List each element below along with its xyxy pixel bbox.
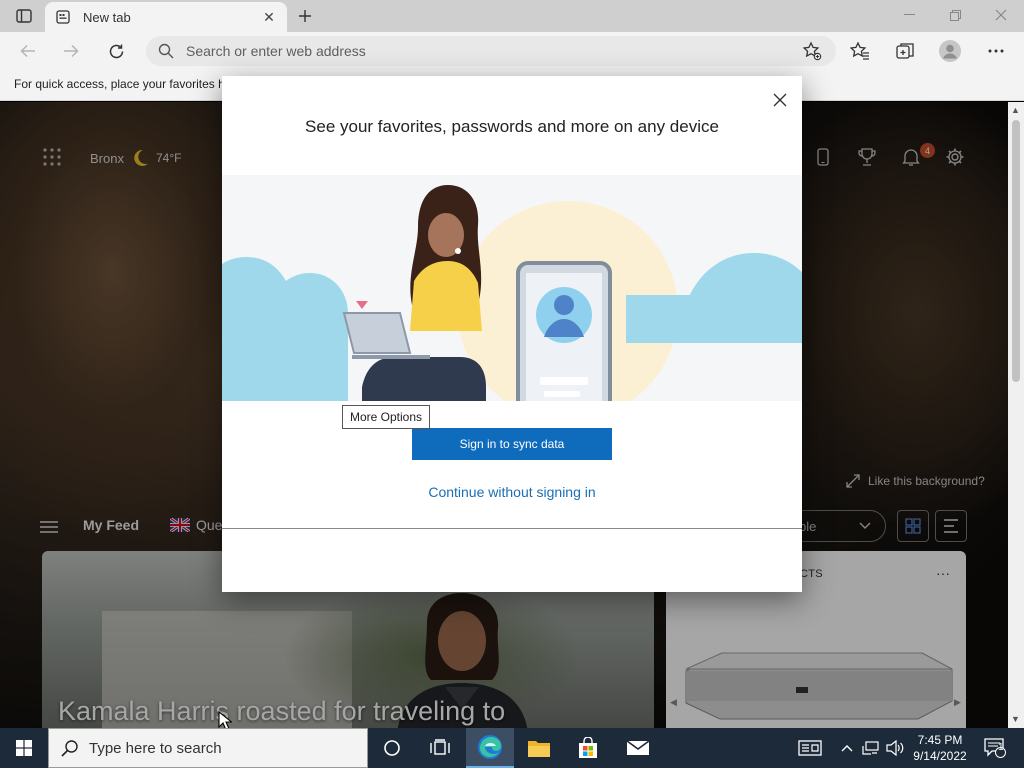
title-bar: New tab ✕ [0,0,1024,32]
scrollbar-thumb[interactable] [1012,120,1020,382]
windows-taskbar: Type here to search 7:45 PM 9/14/2022 1 [0,728,1024,768]
dialog-close-button[interactable] [768,88,792,112]
scroll-up-arrow-icon[interactable]: ▲ [1011,105,1020,115]
scroll-down-arrow-icon[interactable]: ▼ [1011,714,1020,724]
task-view-button[interactable] [416,728,464,768]
news-icon [798,740,822,756]
close-icon [773,93,787,107]
clock-date: 9/14/2022 [913,749,967,763]
microsoft-store-button[interactable] [564,728,612,768]
restore-icon [949,9,961,21]
forward-button[interactable] [57,38,85,64]
taskbar-clock[interactable]: 7:45 PM 9/14/2022 [908,732,972,764]
back-arrow-icon [20,44,35,58]
favorites-star-icon [850,41,869,60]
minimize-button[interactable] [886,0,932,30]
sync-dialog: See your favorites, passwords and more o… [222,76,802,592]
new-tab-button[interactable] [293,5,317,27]
restore-button[interactable] [932,0,978,30]
show-hidden-icons-button[interactable] [838,728,856,768]
plus-icon [299,10,311,22]
address-bar[interactable]: Search or enter web address [146,36,836,66]
task-view-icon [430,739,450,755]
sign-in-sync-button[interactable]: Sign in to sync data [412,428,612,460]
tab-title: New tab [83,9,131,25]
start-button[interactable] [0,728,48,768]
tab-actions-button[interactable] [10,6,38,26]
action-center-badge: 1 [998,742,1004,753]
favorites-bar-hint: For quick access, place your favorites h [14,77,225,91]
profile-avatar-icon [939,40,961,62]
page-scrollbar[interactable]: ▲ ▼ [1008,102,1024,728]
speaker-icon [886,740,904,756]
sync-illustration [222,175,802,401]
collections-icon [896,43,914,59]
windows-logo-icon [16,740,32,756]
close-window-button[interactable] [978,0,1024,30]
settings-more-button[interactable] [984,40,1008,62]
action-center-button[interactable]: 1 [980,728,1010,768]
forward-arrow-icon [64,44,79,58]
taskbar-search-box[interactable]: Type here to search [48,728,368,768]
address-placeholder: Search or enter web address [186,43,366,59]
dialog-title: See your favorites, passwords and more o… [305,117,719,136]
search-icon [61,740,78,757]
mail-envelope-icon [626,740,650,755]
add-favorite-button[interactable] [800,40,824,62]
browser-tab[interactable]: New tab ✕ [45,2,287,32]
news-widget-tray-button[interactable] [796,728,824,768]
tab-actions-icon [16,9,32,23]
back-button[interactable] [14,38,42,64]
dialog-divider [222,528,802,529]
profile-button[interactable] [938,40,962,62]
favorites-button[interactable] [848,40,872,62]
mail-button[interactable] [614,728,662,768]
clock-time: 7:45 PM [917,733,963,747]
search-icon [158,43,174,59]
refresh-icon [109,44,123,58]
more-horizontal-icon [988,49,1004,53]
volume-tray-button[interactable] [884,728,906,768]
tab-close-icon[interactable]: ✕ [261,9,277,25]
collections-button[interactable] [893,40,917,62]
taskbar-search-placeholder: Type here to search [89,739,222,757]
cortana-circle-icon [384,740,400,756]
edge-taskbar-button[interactable] [466,728,514,768]
file-explorer-button[interactable] [515,728,563,768]
refresh-button[interactable] [102,38,130,64]
cortana-button[interactable] [368,728,416,768]
new-tab-favicon-icon [55,9,71,25]
minimize-icon [903,14,915,15]
edge-browser-icon [478,735,502,759]
network-icon [862,741,879,755]
continue-without-signing-in-link[interactable]: Continue without signing in [222,484,802,500]
more-options-tooltip: More Options [342,405,431,429]
store-bag-icon [579,737,597,758]
network-tray-button[interactable] [860,728,882,768]
chevron-up-icon [841,745,853,752]
browser-toolbar: Search or enter web address [0,32,1024,70]
folder-icon [528,741,550,757]
star-add-icon [802,41,822,61]
close-icon [995,9,1007,21]
